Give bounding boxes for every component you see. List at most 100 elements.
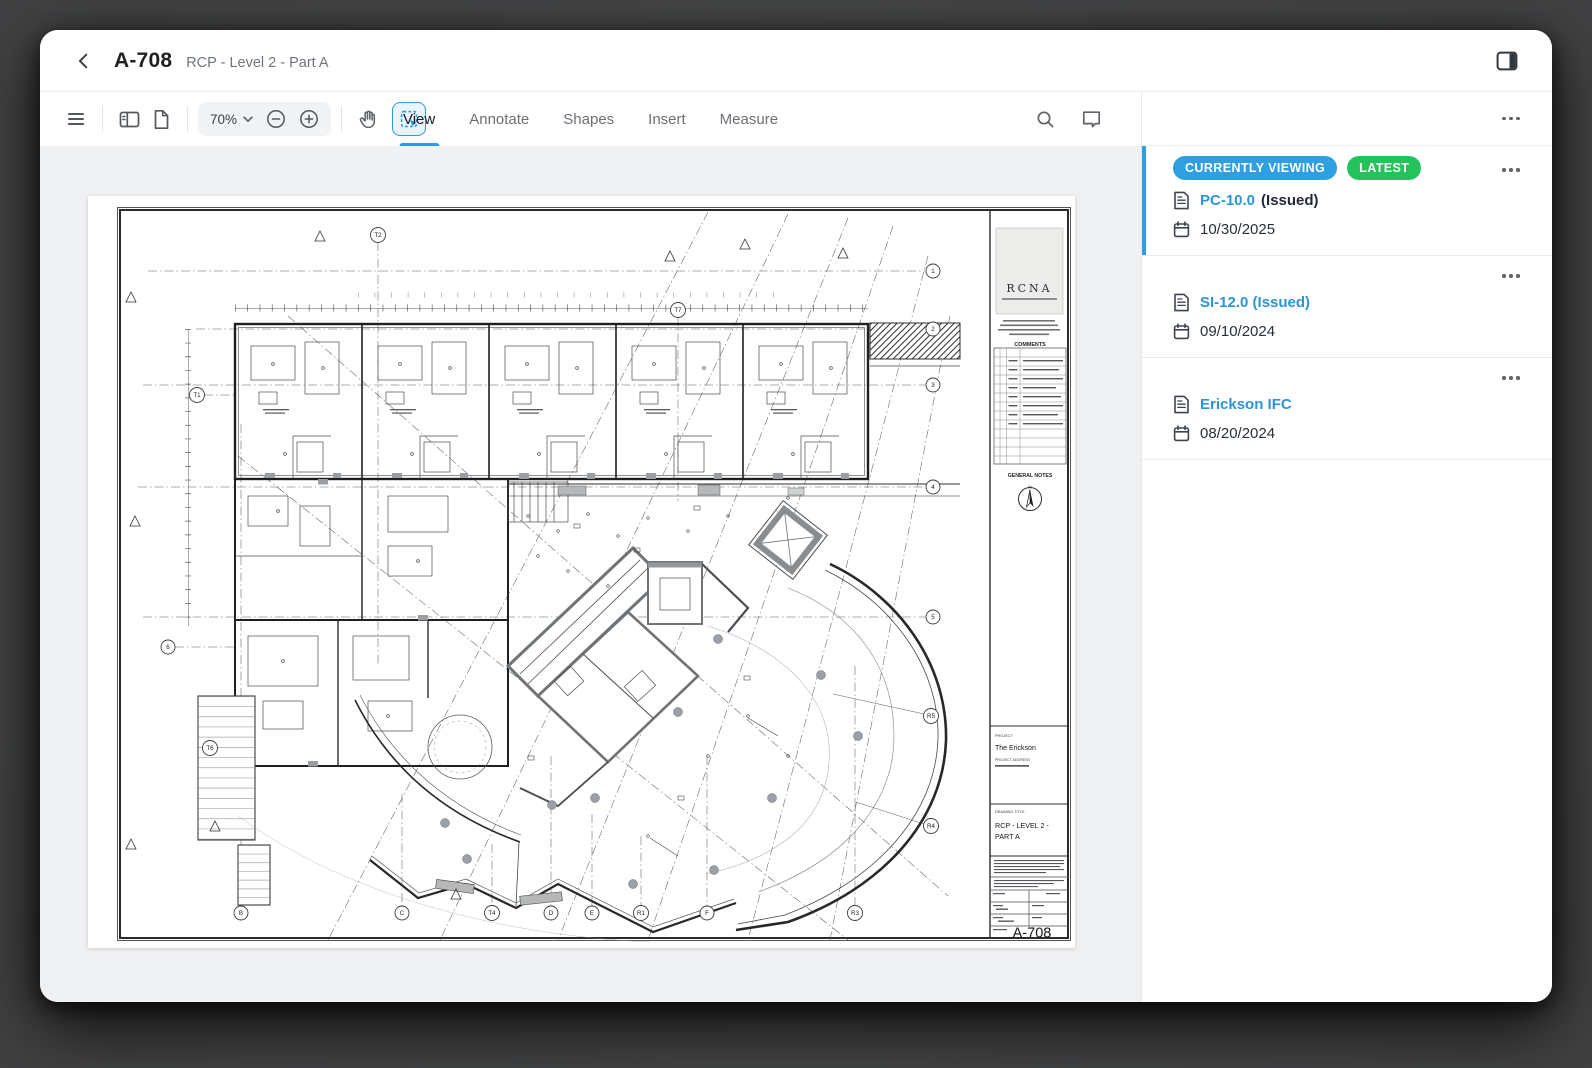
- comments-title: COMMENTS: [1014, 342, 1046, 348]
- back-button[interactable]: [68, 45, 100, 77]
- page-title: A-708: [114, 48, 173, 72]
- svg-text:T7: T7: [674, 307, 682, 314]
- tab-measure[interactable]: Measure: [720, 92, 778, 146]
- version-card[interactable]: Erickson IFC 08/20/2024: [1142, 358, 1552, 460]
- currently-viewing-badge: CURRENTLY VIEWING: [1173, 156, 1338, 180]
- calendar-icon: [1173, 221, 1190, 238]
- viewer-toolbar: 70% View Annotate Shapes Insert Measure: [40, 92, 1141, 146]
- header: A-708 RCP - Level 2 - Part A: [40, 30, 1552, 92]
- drawing-sheet[interactable]: 1 2 3 4 5 R5 R4 B C T4 D E R1 F R3 T2 T7…: [88, 196, 1075, 948]
- tab-annotate[interactable]: Annotate: [469, 92, 529, 146]
- grid-bubbles: 1 2 3 4 5 R5 R4 B C T4 D E R1 F R3 T2 T7…: [160, 227, 941, 921]
- version-card[interactable]: SI-12.0 (Issued) 09/10/2024: [1142, 256, 1552, 358]
- calendar-icon: [1173, 323, 1190, 340]
- versions-panel: CURRENTLY VIEWING LATEST PC-10.0 (Issued…: [1141, 92, 1552, 1002]
- svg-text:T6: T6: [206, 745, 214, 752]
- search-button[interactable]: [1029, 102, 1061, 136]
- zoom-level-dropdown[interactable]: 70%: [208, 110, 255, 129]
- drawing-title-line1: RCP - LEVEL 2 -: [995, 821, 1050, 830]
- project-address-label: PROJECT ADDRESS: [995, 758, 1030, 762]
- tab-shapes[interactable]: Shapes: [563, 92, 614, 146]
- version-link[interactable]: SI-12.0 (Issued): [1200, 294, 1310, 311]
- desktop-background: A-708 RCP - Level 2 - Part A 70% View An…: [0, 0, 1592, 1068]
- version-more-button[interactable]: [1500, 370, 1522, 386]
- north-label: N: [1028, 485, 1031, 490]
- svg-text:4: 4: [931, 484, 935, 491]
- version-date: 10/30/2025: [1200, 221, 1276, 238]
- toolbar-divider: [341, 106, 343, 132]
- zoom-in-button[interactable]: [297, 107, 321, 131]
- thumbnails-button[interactable]: [113, 102, 145, 136]
- svg-text:6: 6: [166, 644, 170, 651]
- svg-text:F: F: [705, 910, 709, 917]
- hamburger-icon: [68, 112, 84, 126]
- page-icon: [152, 109, 171, 130]
- svg-text:E: E: [590, 910, 594, 917]
- plus-circle-icon: [299, 109, 319, 129]
- search-icon: [1035, 109, 1056, 130]
- version-status: (Issued): [1261, 192, 1319, 209]
- sheet-number: A-708: [1013, 926, 1052, 942]
- tab-view[interactable]: View: [398, 92, 440, 146]
- general-notes-title: GENERAL NOTES: [1008, 473, 1053, 479]
- svg-text:5: 5: [931, 614, 935, 621]
- project-label: PROJECT: [995, 734, 1013, 738]
- svg-text:R4: R4: [927, 823, 935, 830]
- svg-text:2: 2: [931, 326, 935, 333]
- logo-text: RCNA: [1006, 282, 1052, 295]
- version-link[interactable]: PC-10.0: [1200, 192, 1255, 209]
- svg-text:B: B: [239, 910, 243, 917]
- project-name: The Erickson: [995, 745, 1036, 752]
- panel-more-button[interactable]: [1500, 111, 1522, 127]
- toolbar-divider: [102, 106, 103, 132]
- version-date: 08/20/2024: [1200, 425, 1276, 442]
- comment-icon: [1081, 109, 1102, 129]
- svg-text:T1: T1: [193, 392, 201, 399]
- drawing-title-label: DRAWING TITLE: [995, 810, 1025, 814]
- svg-text:T4: T4: [488, 910, 496, 917]
- document-icon: [1173, 191, 1190, 210]
- version-link[interactable]: Erickson IFC: [1200, 396, 1292, 413]
- svg-text:R5: R5: [927, 713, 935, 720]
- zoom-out-button[interactable]: [264, 107, 288, 131]
- versions-panel-header: [1142, 92, 1552, 146]
- latest-badge: LATEST: [1347, 156, 1422, 180]
- document-icon: [1173, 395, 1190, 414]
- svg-text:T2: T2: [374, 232, 382, 239]
- chevron-left-icon: [75, 52, 93, 70]
- app-window: A-708 RCP - Level 2 - Part A 70% View An…: [40, 30, 1552, 1002]
- comments-button[interactable]: [1075, 102, 1107, 136]
- svg-text:R1: R1: [637, 910, 645, 917]
- viewer-main: 70% View Annotate Shapes Insert Measure …: [40, 92, 1141, 1002]
- zoom-level-value: 70%: [210, 111, 238, 127]
- menu-button[interactable]: [60, 102, 92, 136]
- mode-tabs: View Annotate Shapes Insert Measure: [398, 92, 778, 146]
- drawing-canvas[interactable]: 1 2 3 4 5 R5 R4 B C T4 D E R1 F R3 T2 T7…: [40, 146, 1141, 1002]
- svg-text:D: D: [549, 910, 554, 917]
- panel-left-icon: [119, 110, 140, 129]
- page-subtitle: RCP - Level 2 - Part A: [186, 54, 329, 71]
- pan-tool-button[interactable]: [352, 102, 384, 136]
- version-more-button[interactable]: [1500, 268, 1522, 284]
- version-date: 09/10/2024: [1200, 323, 1276, 340]
- zoom-controls: 70%: [198, 102, 332, 136]
- chevron-down-icon: [243, 115, 253, 123]
- svg-text:C: C: [400, 910, 405, 917]
- panel-right-icon: [1496, 51, 1518, 71]
- svg-text:3: 3: [931, 382, 935, 389]
- toolbar-divider: [187, 106, 188, 132]
- floor-plan-drawing: 1 2 3 4 5 R5 R4 B C T4 D E R1 F R3 T2 T7…: [117, 207, 1071, 943]
- svg-text:1: 1: [931, 268, 935, 275]
- tab-insert[interactable]: Insert: [648, 92, 686, 146]
- right-panel-toggle-button[interactable]: [1490, 45, 1524, 77]
- calendar-icon: [1173, 425, 1190, 442]
- version-more-button[interactable]: [1500, 162, 1522, 178]
- document-icon: [1173, 293, 1190, 312]
- page-button[interactable]: [145, 102, 177, 136]
- version-card[interactable]: CURRENTLY VIEWING LATEST PC-10.0 (Issued…: [1142, 146, 1552, 256]
- minus-circle-icon: [266, 109, 286, 129]
- drawing-title-line2: PART A: [995, 832, 1020, 841]
- title-block: RCNA COMMENTS GENERAL NOTES N PROJECT Th…: [990, 227, 1069, 942]
- svg-text:R3: R3: [851, 910, 859, 917]
- hand-icon: [357, 108, 379, 130]
